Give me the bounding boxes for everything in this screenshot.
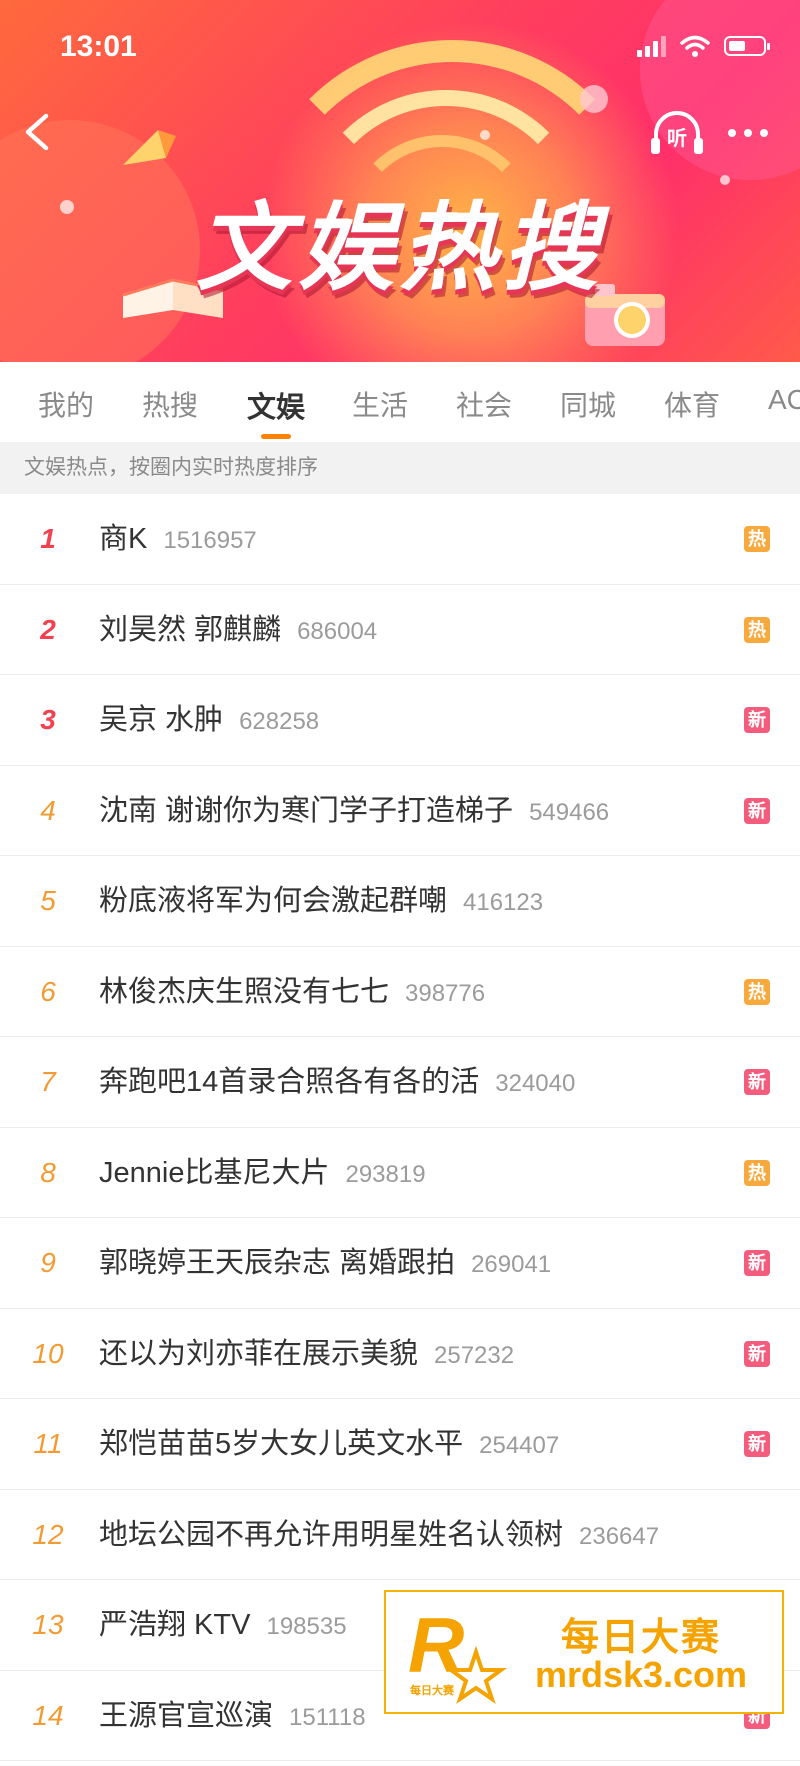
rank-number: 12	[32, 1518, 64, 1550]
list-item[interactable]: 4 沈南 谢谢你为寒门学子打造梯子 549466 新	[0, 766, 800, 856]
rank-number: 11	[33, 1428, 63, 1459]
item-title: 商K	[99, 523, 148, 555]
item-title: 林俊杰庆生照没有七七	[99, 975, 390, 1008]
watermark-overlay: R 每日大赛 每日大赛 mrdsk3.com	[384, 1590, 784, 1714]
tab-sports[interactable]: 体育	[664, 384, 720, 424]
rank-number: 1	[40, 523, 56, 554]
hot-badge: 热	[744, 978, 770, 1005]
list-item[interactable]: 7 奔跑吧14首录合照各有各的活 324040 新	[0, 1037, 800, 1128]
heat-count: 628258	[239, 708, 320, 735]
new-badge: 新	[744, 1250, 770, 1276]
rank-number: 10	[32, 1337, 64, 1369]
heat-count: 151118	[289, 1703, 366, 1731]
tab-hot-search[interactable]: 热搜	[142, 384, 198, 424]
new-badge: 新	[744, 1340, 770, 1367]
watermark-url: mrdsk3.com	[534, 1654, 748, 1695]
page-title: 文娱热搜	[196, 192, 604, 304]
list-item[interactable]: 6 林俊杰庆生照没有七七 398776 热	[0, 947, 800, 1037]
rank-number: 3	[40, 704, 56, 735]
wifi-icon	[680, 35, 710, 57]
item-title: 还以为刘亦菲在展示美貌	[99, 1337, 419, 1370]
item-title: 郑恺苗苗5岁大女儿英文水平	[99, 1428, 464, 1460]
tab-acg[interactable]: AC	[768, 384, 800, 416]
list-item[interactable]: 8 Jennie比基尼大片 293819 热	[0, 1128, 800, 1218]
new-badge: 新	[744, 797, 770, 824]
status-time: 13:01	[60, 30, 137, 63]
heat-count: 269041	[471, 1251, 552, 1278]
battery-icon	[724, 36, 770, 56]
list-item[interactable]: 10 还以为刘亦菲在展示美貌 257232 新	[0, 1309, 800, 1399]
rank-number: 7	[40, 1066, 56, 1097]
listen-label: 听	[667, 128, 687, 150]
rank-number: 2	[40, 613, 56, 645]
section-description: 文娱热点，按圈内实时热度排序	[0, 442, 800, 494]
heat-count: 1516957	[163, 527, 257, 554]
rank-number: 9	[40, 1247, 56, 1278]
tab-mine[interactable]: 我的	[38, 384, 94, 424]
watermark-logo: R 每日大赛	[408, 1602, 508, 1705]
list-item[interactable]: 12 地坛公园不再允许用明星姓名认领树 236647	[0, 1490, 800, 1580]
sparkle-dot	[480, 130, 490, 140]
listen-button[interactable]: 听	[648, 108, 706, 160]
rank-number: 6	[40, 975, 56, 1007]
list-item[interactable]: 1 商K 1516957 热	[0, 494, 800, 585]
tab-society[interactable]: 社会	[456, 384, 512, 424]
heat-count: 293819	[345, 1160, 426, 1188]
item-title: 郭晓婷王天辰杂志 离婚跟拍	[99, 1247, 456, 1279]
active-tab-indicator	[261, 434, 291, 439]
heat-count: 254407	[479, 1432, 560, 1459]
hot-search-list: 1 商K 1516957 热 2 刘昊然 郭麒麟 686004 热 3 吴京 水肿 6…	[0, 494, 800, 1761]
status-icons	[637, 34, 770, 58]
rank-number: 14	[32, 1699, 64, 1731]
new-badge: 新	[744, 707, 770, 733]
tab-local[interactable]: 同城	[560, 384, 616, 424]
heat-count: 398776	[405, 979, 486, 1007]
item-title: 吴京 水肿	[99, 704, 224, 736]
item-title: 王源官宣巡演	[99, 1699, 274, 1732]
list-item[interactable]: 5 粉底液将军为何会激起群嘲 416123	[0, 856, 800, 947]
list-item[interactable]: 2 刘昊然 郭麒麟 686004 热	[0, 585, 800, 675]
list-item[interactable]: 9 郭晓婷王天辰杂志 离婚跟拍 269041 新	[0, 1218, 800, 1309]
item-title: 地坛公园不再允许用明星姓名认领树	[99, 1518, 564, 1551]
item-title: 刘昊然 郭麒麟	[99, 613, 282, 646]
heat-count: 324040	[495, 1070, 576, 1097]
rank-number: 13	[32, 1609, 64, 1640]
more-dot-icon	[760, 129, 768, 137]
heat-count: 549466	[529, 798, 610, 826]
tab-entertainment[interactable]: 文娱	[247, 384, 305, 426]
item-title: 奔跑吧14首录合照各有各的活	[99, 1066, 480, 1098]
more-dot-icon	[744, 129, 752, 137]
hot-badge: 热	[744, 616, 770, 643]
more-dot-icon	[728, 129, 736, 137]
heat-count: 416123	[463, 889, 544, 916]
hot-badge: 热	[744, 1159, 770, 1186]
watermark-text: 每日大赛	[560, 1617, 721, 1659]
item-title: 沈南 谢谢你为寒门学子打造梯子	[99, 794, 514, 827]
category-tabs: 我的 热搜 文娱 生活 社会 同城 体育 AC	[0, 362, 800, 442]
new-badge: 新	[744, 1431, 770, 1457]
list-item[interactable]: 3 吴京 水肿 628258 新	[0, 675, 800, 766]
item-title: 严浩翔 KTV	[99, 1609, 251, 1641]
heat-count: 198535	[266, 1613, 347, 1640]
sparkle-dot	[580, 85, 608, 113]
header-banner: 13:01 听 文娱热搜	[0, 0, 800, 362]
item-title: 粉底液将军为何会激起群嘲	[99, 885, 448, 917]
list-item[interactable]: 11 郑恺苗苗5岁大女儿英文水平 254407 新	[0, 1399, 800, 1490]
hot-badge: 热	[744, 526, 770, 552]
heat-count: 686004	[297, 617, 378, 645]
back-arrow-icon[interactable]	[18, 110, 62, 154]
more-options-button[interactable]	[728, 118, 778, 148]
rank-number: 8	[40, 1156, 56, 1188]
rank-number: 5	[40, 885, 56, 916]
heat-count: 257232	[434, 1341, 515, 1369]
tab-life[interactable]: 生活	[352, 384, 408, 424]
new-badge: 新	[744, 1069, 770, 1095]
cellular-signal-icon	[637, 35, 666, 57]
heat-count: 236647	[579, 1522, 660, 1550]
svg-text:每日大赛: 每日大赛	[410, 1683, 455, 1697]
item-title: Jennie比基尼大片	[99, 1156, 330, 1189]
rank-number: 4	[40, 794, 56, 826]
